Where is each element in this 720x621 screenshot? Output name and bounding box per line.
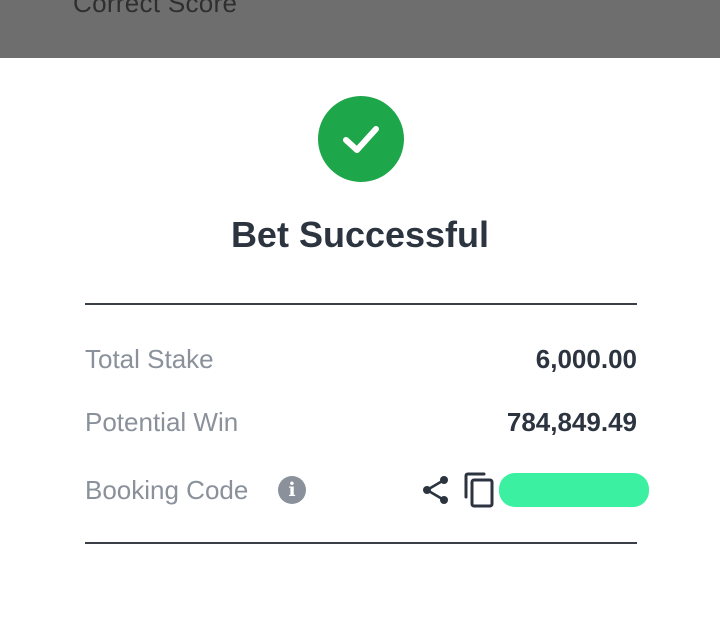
share-icon[interactable] bbox=[420, 473, 452, 507]
potential-win-value: 784,849.49 bbox=[506, 407, 637, 437]
page: Correct Score Bet Successful Total Stake… bbox=[0, 0, 720, 621]
bet-success-dialog: Bet Successful Total Stake 6,000.00 Pote… bbox=[0, 58, 720, 621]
background-overlay[interactable]: Correct Score bbox=[0, 0, 720, 58]
booking-code-label: Booking Code bbox=[85, 475, 249, 505]
bottom-divider bbox=[85, 542, 637, 544]
check-icon bbox=[318, 96, 404, 182]
total-stake-label: Total Stake bbox=[85, 344, 214, 374]
total-stake-value: 6,000.00 bbox=[535, 344, 637, 374]
booking-code-redacted[interactable] bbox=[499, 473, 649, 507]
booking-code-row: Booking Code i bbox=[85, 470, 649, 510]
total-stake-row: Total Stake 6,000.00 bbox=[85, 339, 637, 379]
info-icon[interactable]: i bbox=[278, 476, 306, 504]
dialog-title: Bet Successful bbox=[230, 214, 490, 255]
potential-win-label: Potential Win bbox=[85, 407, 239, 437]
copy-icon[interactable] bbox=[462, 472, 496, 508]
top-divider bbox=[85, 303, 637, 305]
potential-win-row: Potential Win 784,849.49 bbox=[85, 402, 637, 442]
background-market-label: Correct Score bbox=[73, 0, 238, 18]
